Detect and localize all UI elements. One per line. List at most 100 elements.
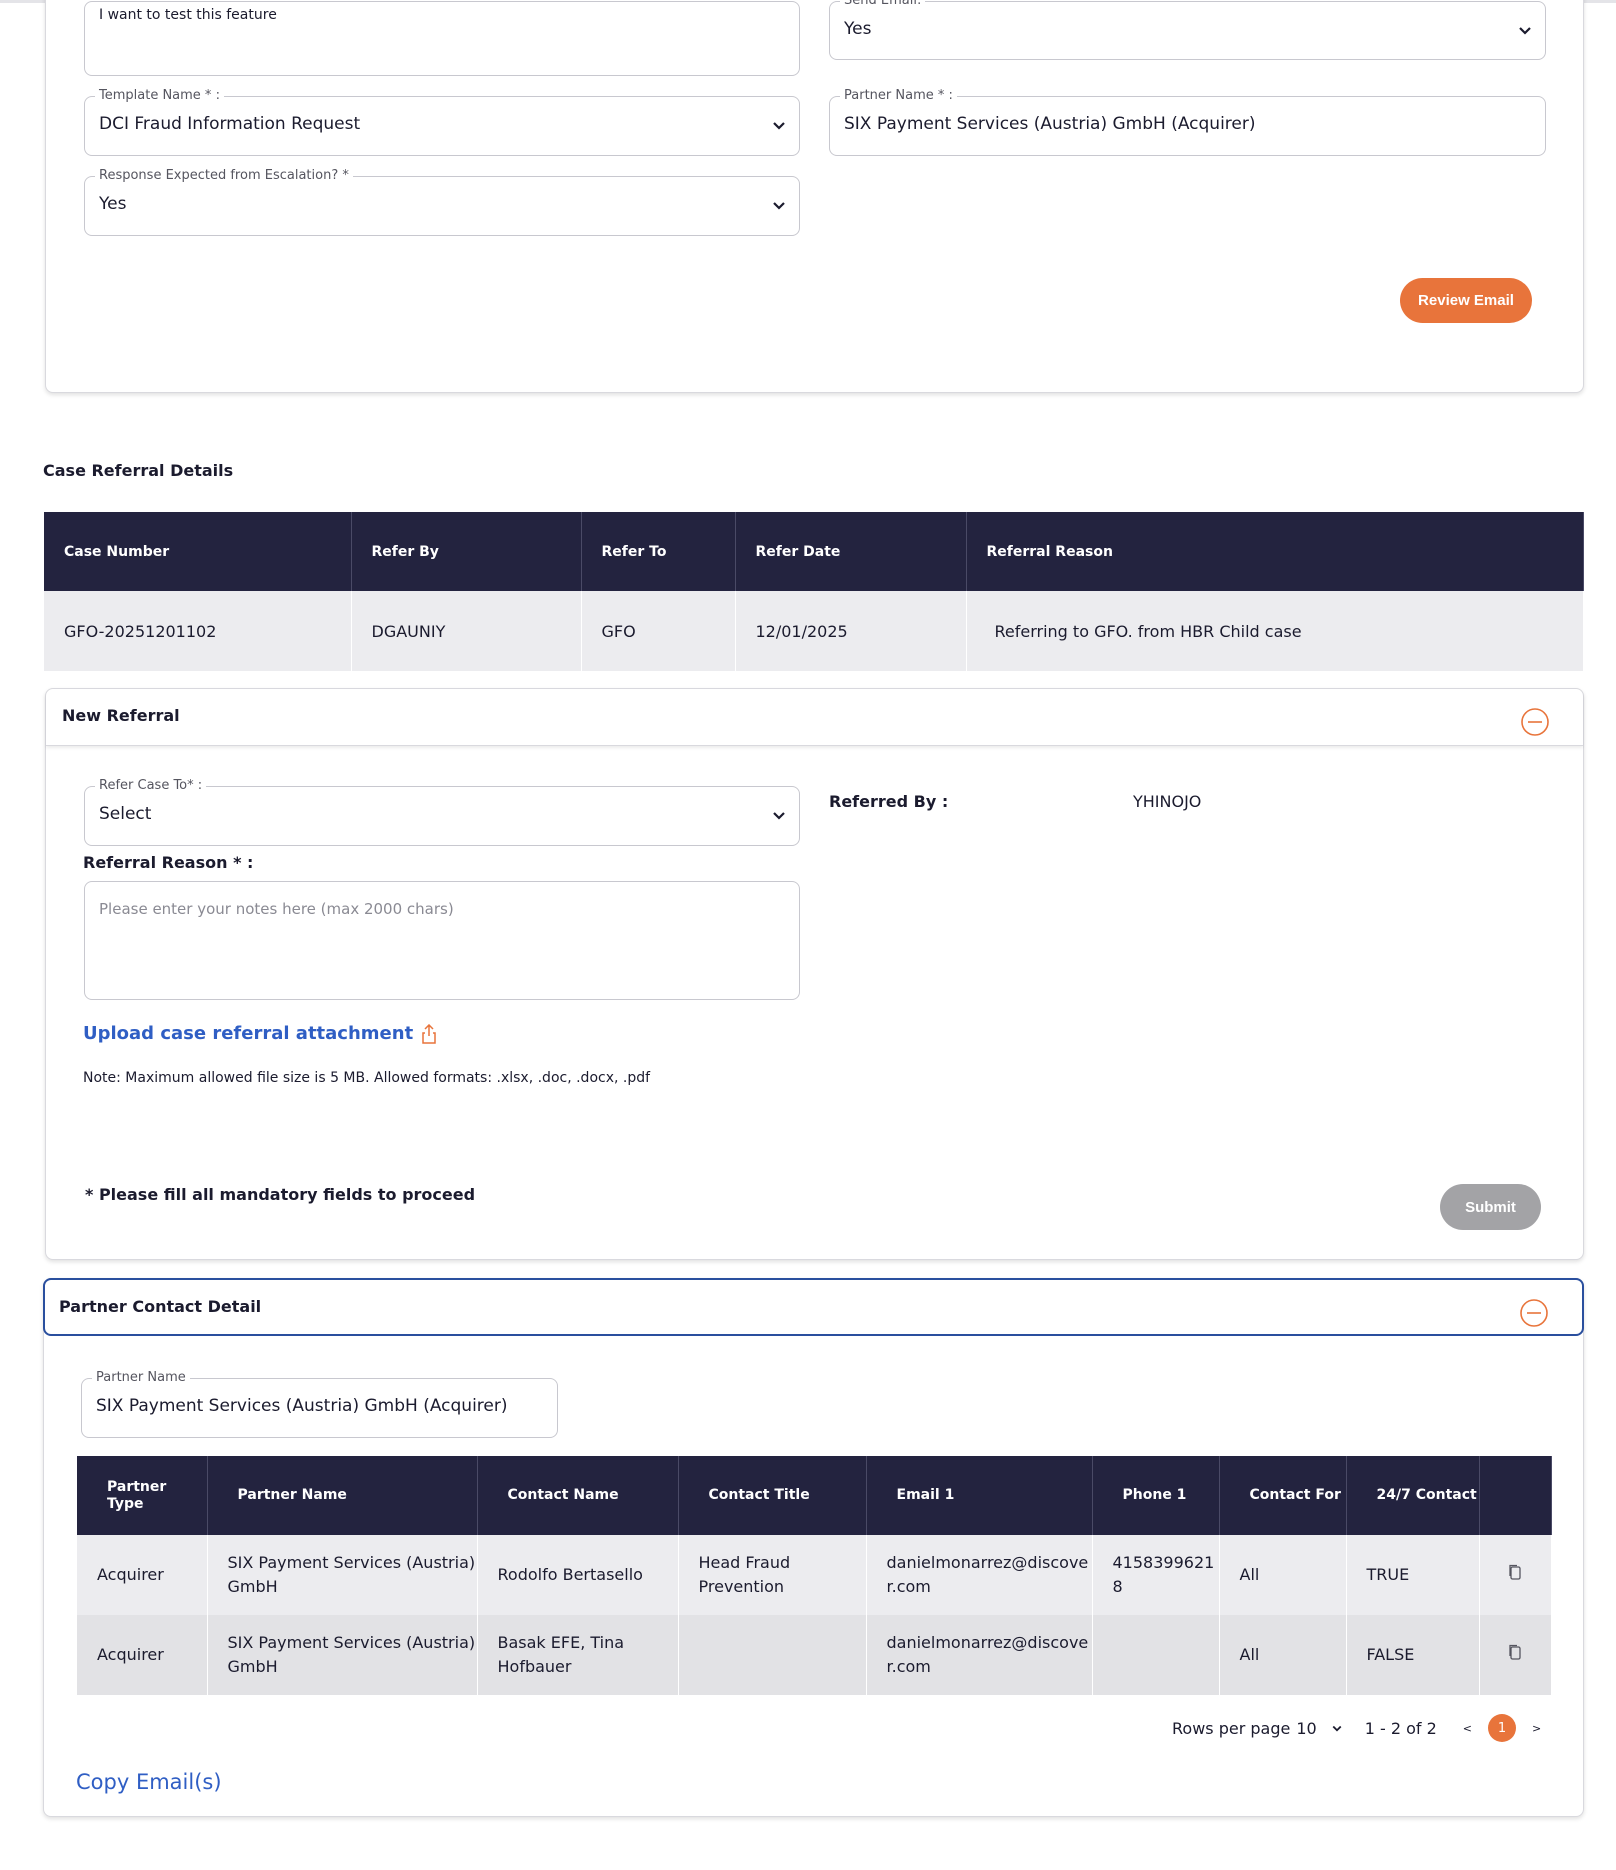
case-referral-table: Case Number Refer By Refer To Refer Date…	[44, 512, 1584, 671]
rows-per-page-value: 10	[1296, 1718, 1317, 1738]
cell-partner-type: Acquirer	[77, 1615, 208, 1695]
pagination-range: 1 - 2 of 2	[1364, 1718, 1437, 1738]
upload-icon	[422, 1023, 436, 1044]
col-partner-type: Partner Type	[77, 1456, 208, 1535]
collapse-minus-icon[interactable]	[1520, 707, 1550, 737]
partner-contact-table: Partner Type Partner Name Contact Name C…	[77, 1456, 1552, 1695]
case-referral-details-title: Case Referral Details	[43, 461, 234, 480]
copy-emails-link[interactable]: Copy Email(s)	[76, 1770, 222, 1794]
cell-email-1: danielmonarrez@discover.com	[866, 1615, 1093, 1695]
cell-refer-to: GFO	[581, 591, 736, 671]
partner-contact-header[interactable]: Partner Contact Detail	[43, 1278, 1584, 1336]
new-referral-header[interactable]: New Referral	[46, 689, 1583, 746]
new-referral-title: New Referral	[62, 706, 180, 725]
cell-refer-date: 12/01/2025	[735, 591, 967, 671]
cell-phone-1: 41583996218	[1092, 1535, 1220, 1615]
table-header-row: Case Number Refer By Refer To Refer Date…	[44, 512, 1584, 591]
table-row: Acquirer SIX Payment Services (Austria) …	[77, 1535, 1552, 1615]
referral-reason-placeholder: Please enter your notes here (max 2000 c…	[99, 900, 454, 918]
partner-name-filter-label: Partner Name	[92, 1370, 190, 1386]
partner-name-field[interactable]: Partner Name * : SIX Payment Services (A…	[829, 88, 1546, 156]
table-header-row: Partner Type Partner Name Contact Name C…	[77, 1456, 1552, 1535]
col-refer-by: Refer By	[351, 512, 582, 591]
cell-partner-name: SIX Payment Services (Austria) GmbH	[207, 1535, 478, 1615]
refer-case-to-select[interactable]: Refer Case To* : Select	[84, 778, 800, 846]
upload-attachment-label: Upload case referral attachment	[83, 1023, 414, 1044]
response-expected-value: Yes	[99, 194, 127, 214]
col-contact-for: Contact For	[1219, 1456, 1347, 1535]
next-page-button[interactable]: >	[1532, 1722, 1541, 1735]
review-email-button[interactable]: Review Email	[1400, 278, 1532, 323]
col-contact-title: Contact Title	[678, 1456, 867, 1535]
upload-attachment-link[interactable]: Upload case referral attachment	[83, 1023, 437, 1044]
copy-icon[interactable]	[1508, 1564, 1522, 1580]
prev-page-button[interactable]: <	[1463, 1722, 1472, 1735]
submit-button[interactable]: Submit	[1440, 1184, 1541, 1230]
col-phone-1: Phone 1	[1092, 1456, 1220, 1535]
mandatory-fields-note: * Please fill all mandatory fields to pr…	[85, 1185, 476, 1204]
collapse-minus-icon[interactable]	[1519, 1298, 1549, 1328]
partner-name-filter-field[interactable]: Partner Name SIX Payment Services (Austr…	[81, 1370, 558, 1438]
cell-24-7-contact: FALSE	[1346, 1615, 1480, 1695]
col-actions	[1479, 1456, 1552, 1535]
chevron-down-icon	[1332, 1725, 1342, 1732]
refer-case-to-value: Select	[99, 804, 152, 824]
partner-contact-title: Partner Contact Detail	[59, 1297, 262, 1316]
table-row: Acquirer SIX Payment Services (Austria) …	[77, 1615, 1552, 1695]
partner-contact-card: Partner Contact Detail Partner Name SIX …	[43, 1278, 1584, 1817]
referred-by-value: YHINOJO	[1133, 792, 1202, 811]
col-24-7-contact: 24/7 Contact	[1346, 1456, 1480, 1535]
page-1-button[interactable]: 1	[1487, 1714, 1516, 1742]
partner-name-value: SIX Payment Services (Austria) GmbH (Acq…	[844, 114, 1256, 134]
send-email-label: Send Email:	[840, 0, 926, 8]
col-case-number: Case Number	[44, 512, 352, 591]
send-email-select[interactable]: Send Email: Yes	[829, 0, 1546, 60]
col-refer-to: Refer To	[581, 512, 736, 591]
template-name-select[interactable]: Template Name * : DCI Fraud Information …	[84, 88, 800, 156]
table-row: GFO-20251201102 DGAUNIY GFO 12/01/2025 R…	[44, 591, 1584, 671]
col-refer-date: Refer Date	[735, 512, 967, 591]
template-name-value: DCI Fraud Information Request	[99, 114, 361, 134]
cell-contact-name: Basak EFE, Tina Hofbauer	[477, 1615, 679, 1695]
cell-partner-name: SIX Payment Services (Austria) GmbH	[207, 1615, 478, 1695]
cell-contact-for: All	[1219, 1535, 1347, 1615]
cell-case-number: GFO-20251201102	[44, 591, 352, 671]
escalation-card: I want to test this feature Send Email: …	[45, 0, 1584, 393]
cell-referral-reason: Referring to GFO. from HBR Child case	[966, 591, 1584, 671]
col-partner-name: Partner Name	[207, 1456, 478, 1535]
pagination: Rows per page 10 1 - 2 of 2 < 1 >	[1172, 1714, 1541, 1742]
refer-case-to-label: Refer Case To* :	[95, 778, 207, 794]
new-referral-card: New Referral Refer Case To* : Select Ref…	[45, 688, 1584, 1260]
partner-name-label: Partner Name * :	[840, 88, 957, 104]
rows-per-page-select[interactable]: 10	[1296, 1719, 1342, 1738]
referral-reason-textarea[interactable]: Please enter your notes here (max 2000 c…	[84, 881, 800, 1000]
cell-24-7-contact: TRUE	[1346, 1535, 1480, 1615]
cell-copy	[1479, 1535, 1552, 1615]
chevron-down-icon	[773, 202, 785, 210]
template-name-label: Template Name * :	[95, 88, 224, 104]
cell-email-1: danielmonarrez@discover.com	[866, 1535, 1093, 1615]
cell-contact-title: Head Fraud Prevention	[678, 1535, 867, 1615]
cell-contact-for: All	[1219, 1615, 1347, 1695]
partner-name-filter-value: SIX Payment Services (Austria) GmbH (Acq…	[96, 1396, 508, 1416]
cell-refer-by: DGAUNIY	[351, 591, 582, 671]
chevron-down-icon	[773, 122, 785, 130]
col-email-1: Email 1	[866, 1456, 1093, 1535]
cell-copy	[1479, 1615, 1552, 1695]
file-size-note: Note: Maximum allowed file size is 5 MB.…	[83, 1070, 651, 1086]
cell-phone-1	[1092, 1615, 1220, 1695]
escalation-notes-textarea[interactable]: I want to test this feature	[84, 1, 800, 76]
col-referral-reason: Referral Reason	[966, 512, 1584, 591]
cell-contact-name: Rodolfo Bertasello	[477, 1535, 679, 1615]
referral-reason-label: Referral Reason * :	[83, 853, 254, 872]
send-email-value: Yes	[844, 19, 872, 39]
referred-by-label: Referred By :	[829, 792, 949, 811]
escalation-notes-text: I want to test this feature	[99, 7, 277, 23]
col-contact-name: Contact Name	[477, 1456, 679, 1535]
cell-partner-type: Acquirer	[77, 1535, 208, 1615]
rows-per-page-label: Rows per page	[1172, 1718, 1291, 1738]
response-expected-select[interactable]: Response Expected from Escalation? * Yes	[84, 168, 800, 236]
cell-contact-title	[678, 1615, 867, 1695]
copy-icon[interactable]	[1508, 1644, 1522, 1660]
chevron-down-icon	[773, 812, 785, 820]
